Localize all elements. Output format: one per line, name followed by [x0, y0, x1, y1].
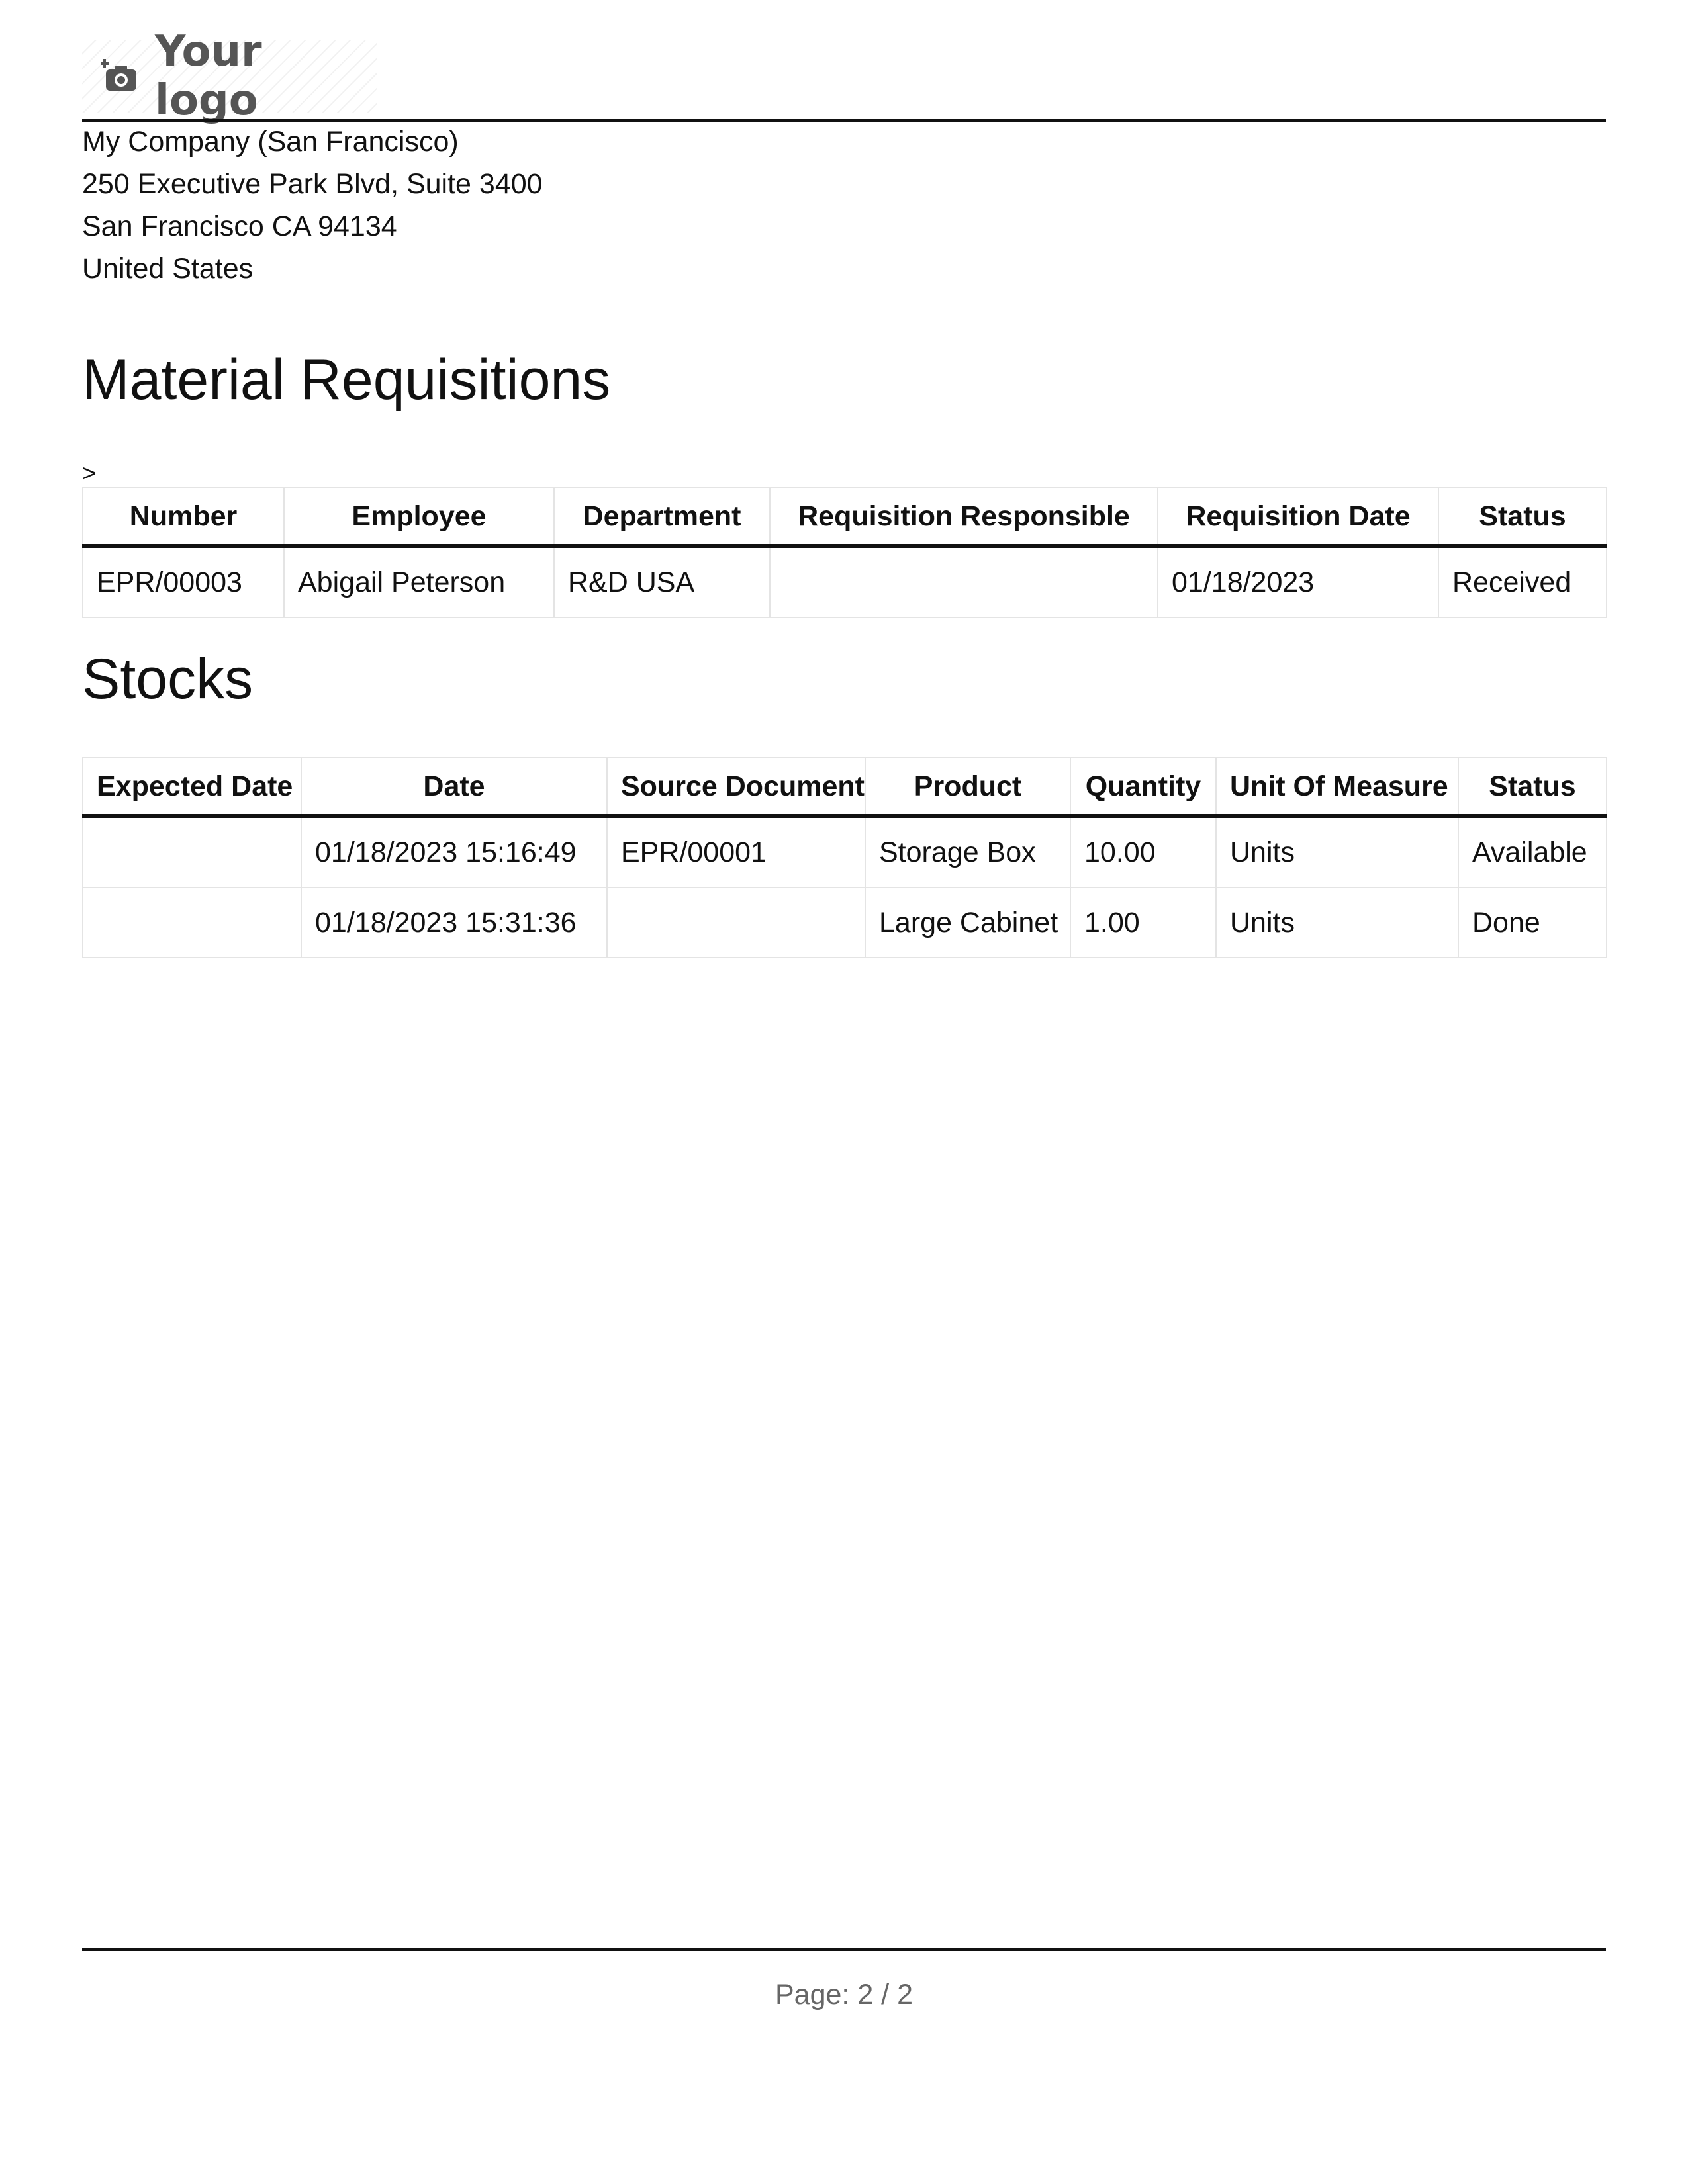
- column-header: Requisition Date: [1157, 487, 1439, 548]
- column-header: Status: [1458, 757, 1607, 818]
- stocks-title: Stocks: [82, 647, 254, 711]
- stock-status: Done: [1458, 887, 1607, 958]
- company-city: San Francisco CA 94134: [82, 210, 397, 242]
- stock-expected-date: [82, 815, 302, 888]
- column-header: Department: [553, 487, 771, 548]
- stock-source-document: EPR/00001: [606, 815, 866, 888]
- table-row: 01/18/2023 15:31:36 Large Cabinet 1.00 U…: [82, 887, 1607, 958]
- company-country: United States: [82, 253, 254, 285]
- stock-quantity: 1.00: [1070, 887, 1217, 958]
- column-header: Quantity: [1070, 757, 1217, 818]
- column-header: Product: [865, 757, 1071, 818]
- requisition-number: EPR/00003: [82, 545, 285, 618]
- table-row: EPR/00003 Abigail Peterson R&D USA 01/18…: [82, 545, 1607, 618]
- stocks-table: Expected Date Date Source Document Produ…: [82, 757, 1607, 958]
- column-header: Status: [1438, 487, 1607, 548]
- stock-uom: Units: [1215, 815, 1459, 888]
- requisitions-title: Material Requisitions: [82, 348, 611, 412]
- requisitions-table: Number Employee Department Requisition R…: [82, 487, 1607, 618]
- logo-text: Your logo: [155, 27, 262, 125]
- stock-status: Available: [1458, 815, 1607, 888]
- column-header: Employee: [283, 487, 555, 548]
- company-street: 250 Executive Park Blvd, Suite 3400: [82, 168, 543, 200]
- stock-product: Storage Box: [865, 815, 1071, 888]
- stock-uom: Units: [1215, 887, 1459, 958]
- requisition-department: R&D USA: [553, 545, 771, 618]
- footer-divider: [82, 1948, 1606, 1951]
- camera-plus-icon: [100, 56, 140, 96]
- column-header: Expected Date: [82, 757, 302, 818]
- company-logo: Your logo: [82, 27, 377, 125]
- page-number: Page: 2 / 2: [775, 1979, 913, 2011]
- stock-product: Large Cabinet: [865, 887, 1071, 958]
- requisition-status: Received: [1438, 545, 1607, 618]
- stock-date: 01/18/2023 15:16:49: [301, 815, 608, 888]
- column-header: Unit Of Measure: [1215, 757, 1459, 818]
- requisitions-header-row: Number Employee Department Requisition R…: [82, 487, 1607, 548]
- column-header: Requisition Responsible: [769, 487, 1158, 548]
- company-name: My Company (San Francisco): [82, 126, 459, 158]
- stock-quantity: 10.00: [1070, 815, 1217, 888]
- requisition-responsible: [769, 545, 1158, 618]
- table-row: 01/18/2023 15:16:49 EPR/00001 Storage Bo…: [82, 815, 1607, 888]
- column-header: Number: [82, 487, 285, 548]
- company-address: My Company (San Francisco) 250 Executive…: [82, 120, 543, 290]
- requisitions-marker: >: [82, 459, 97, 486]
- stock-expected-date: [82, 887, 302, 958]
- column-header: Source Document: [606, 757, 866, 818]
- stock-source-document: [606, 887, 866, 958]
- stock-date: 01/18/2023 15:31:36: [301, 887, 608, 958]
- column-header: Date: [301, 757, 608, 818]
- requisition-date: 01/18/2023: [1157, 545, 1439, 618]
- stocks-header-row: Expected Date Date Source Document Produ…: [82, 757, 1607, 818]
- requisition-employee: Abigail Peterson: [283, 545, 555, 618]
